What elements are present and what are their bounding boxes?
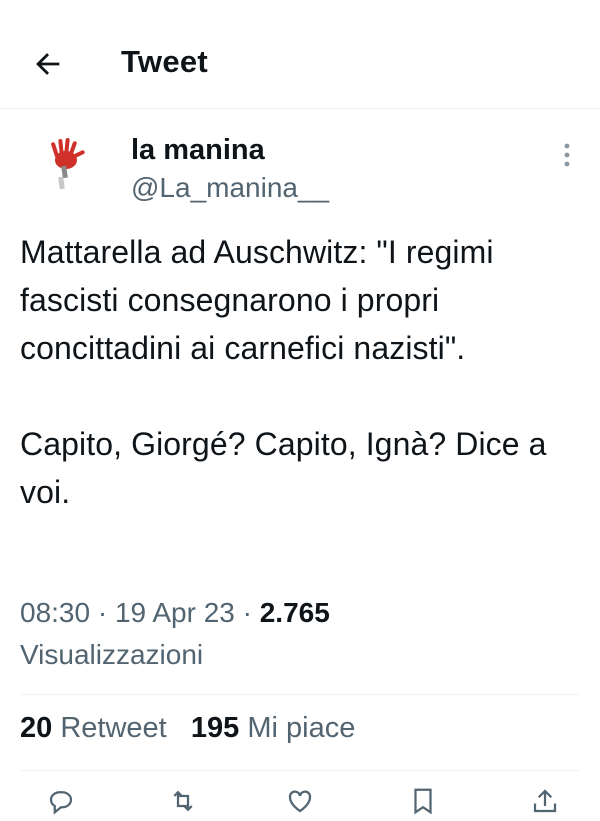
likes-count: 195 (190, 712, 240, 744)
meta-separator: · (234, 597, 260, 628)
engagement-stats: 20 Retweet 195 Mi piace (20, 712, 355, 745)
retweet-button[interactable] (168, 786, 198, 816)
more-vertical-icon (564, 143, 570, 167)
share-icon (533, 789, 557, 813)
tweet-date[interactable]: 19 Apr 23 (115, 597, 235, 628)
retweet-icon (173, 790, 193, 812)
retweets-stat[interactable]: 20 Retweet (20, 712, 167, 744)
page-title: Tweet (121, 44, 209, 79)
bookmark-button[interactable] (408, 786, 438, 816)
more-options-button[interactable] (554, 138, 580, 172)
tweet-metadata: 08:30 · 19 Apr 23 · 2.765 Visualizzazion… (20, 592, 580, 676)
arrow-left-icon (36, 53, 60, 75)
tweet-time[interactable]: 08:30 (20, 597, 90, 628)
action-bar (0, 786, 600, 816)
avatar[interactable] (40, 136, 92, 194)
tweet-text: Mattarella ad Auschwitz: "I regimi fasci… (20, 234, 547, 510)
divider (20, 694, 580, 695)
likes-label: Mi piace (247, 712, 356, 744)
author-name[interactable]: la manina (131, 134, 265, 167)
meta-separator: · (90, 597, 115, 628)
top-bar: Tweet (0, 0, 600, 109)
share-button[interactable] (530, 786, 560, 816)
retweets-count: 20 (20, 712, 53, 744)
reply-icon (49, 791, 73, 815)
red-hand-icon (51, 138, 85, 190)
back-button[interactable] (28, 44, 68, 84)
author-handle[interactable]: @La_manina__ (131, 172, 329, 204)
like-icon (288, 790, 312, 813)
divider (20, 770, 580, 771)
retweets-label: Retweet (60, 712, 167, 744)
like-button[interactable] (285, 786, 315, 816)
views-label: Visualizzazioni (20, 639, 204, 670)
bookmark-icon (414, 788, 432, 815)
reply-button[interactable] (46, 786, 76, 816)
views-count: 2.765 (259, 597, 330, 628)
likes-stat[interactable]: 195 Mi piace (191, 712, 355, 744)
